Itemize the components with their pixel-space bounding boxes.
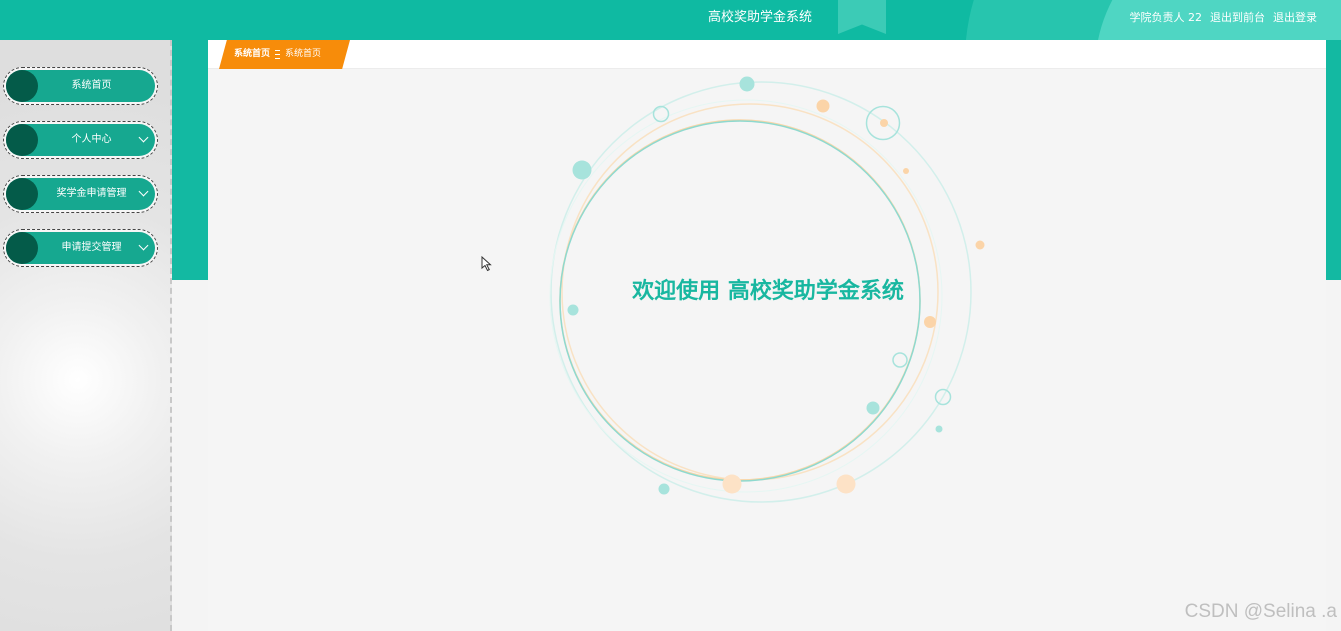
decoration-dot <box>866 401 880 415</box>
decoration-dot <box>658 483 670 495</box>
decoration-dot <box>975 240 985 250</box>
decoration-dot <box>722 474 742 494</box>
decoration-ring <box>892 352 908 368</box>
decoration-dot <box>903 168 909 174</box>
watermark: CSDN @Selina .a <box>1184 601 1337 622</box>
decoration-dot <box>935 425 943 433</box>
welcome-decoration <box>549 76 985 503</box>
decoration-dot <box>924 316 936 328</box>
decoration-dot <box>816 99 830 113</box>
decoration-dot <box>567 304 579 316</box>
welcome-message: 欢迎使用 高校奖助学金系统 <box>632 279 904 304</box>
mouse-pointer-icon <box>481 256 492 272</box>
decoration-dot <box>572 160 592 180</box>
decoration-dot <box>836 474 856 494</box>
decoration-dot <box>880 119 888 127</box>
decoration-dot <box>739 76 755 92</box>
